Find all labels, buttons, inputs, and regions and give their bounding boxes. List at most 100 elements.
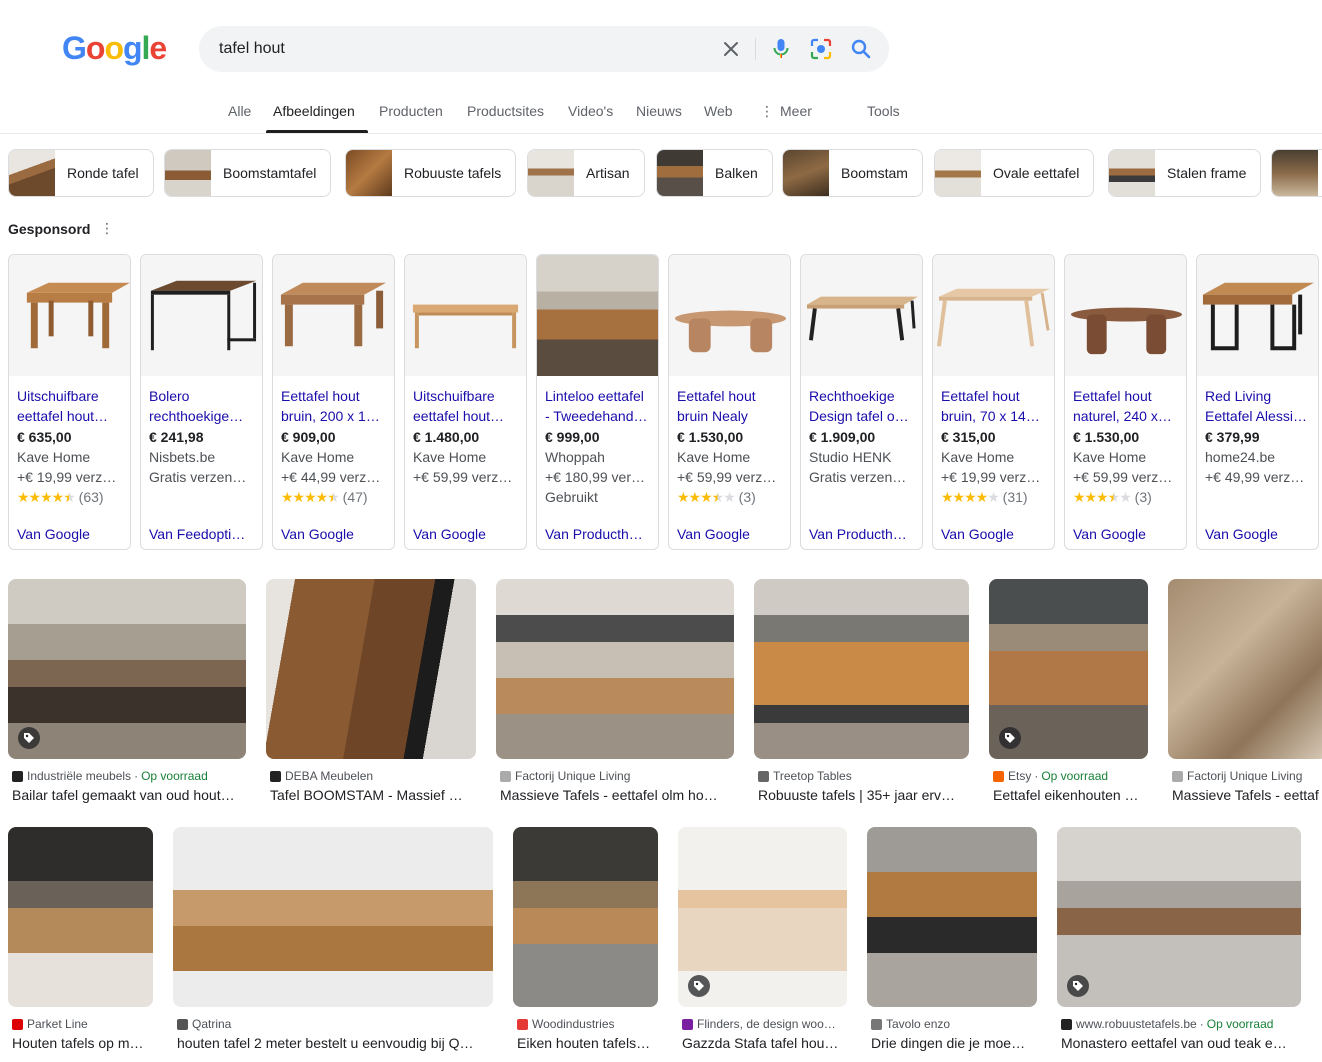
image-result[interactable]: Factorij Unique Living Massieve Tafels -…: [1168, 579, 1322, 805]
result-thumbnail[interactable]: [496, 579, 734, 759]
product-image[interactable]: [537, 255, 658, 376]
result-thumbnail[interactable]: [1057, 827, 1301, 1007]
result-title[interactable]: Houten tafels op m…: [12, 1035, 151, 1051]
product-title[interactable]: Rechthoekige Design tafel o…: [809, 386, 914, 426]
tab-nieuws[interactable]: Nieuws: [636, 103, 682, 119]
product-image[interactable]: [9, 255, 130, 376]
result-thumbnail[interactable]: [867, 827, 1037, 1007]
result-title[interactable]: Monastero eettafel van oud teak e…: [1061, 1035, 1299, 1051]
tab-alle[interactable]: Alle: [228, 103, 251, 119]
product-image[interactable]: [1065, 255, 1186, 376]
tab-web[interactable]: Web: [704, 103, 733, 119]
product-card[interactable]: Red Living Eettafel Alessi… € 379,99 hom…: [1196, 254, 1319, 550]
product-card[interactable]: Uitschuifbare eettafel hout… € 635,00 Ka…: [8, 254, 131, 550]
product-source-link[interactable]: Van Google: [413, 526, 521, 542]
product-title[interactable]: Eettafel hout bruin, 70 x 14…: [941, 386, 1046, 426]
product-card[interactable]: Eettafel hout bruin, 70 x 14… € 315,00 K…: [932, 254, 1055, 550]
product-source-link[interactable]: Van Google: [941, 526, 1049, 542]
result-thumbnail[interactable]: [1168, 579, 1322, 759]
product-title[interactable]: Eettafel hout bruin, 200 x 1…: [281, 386, 386, 426]
chip-balken[interactable]: Balken: [656, 149, 773, 197]
result-thumbnail[interactable]: [8, 827, 153, 1007]
product-title[interactable]: Uitschuifbare eettafel hout…: [413, 386, 518, 426]
image-result[interactable]: Qatrina houten tafel 2 meter bestelt u e…: [173, 827, 493, 1053]
result-thumbnail[interactable]: [266, 579, 476, 759]
product-title[interactable]: Eettafel hout naturel, 240 x…: [1073, 386, 1178, 426]
result-title[interactable]: Eettafel eikenhouten …: [993, 787, 1146, 803]
product-source-link[interactable]: Van Producth…: [545, 526, 653, 542]
result-source[interactable]: Factorij Unique Living: [500, 769, 732, 783]
product-image[interactable]: [801, 255, 922, 376]
product-title[interactable]: Uitschuifbare eettafel hout…: [17, 386, 122, 426]
result-source[interactable]: Flinders, de design woo…: [682, 1017, 845, 1031]
chip-artisan[interactable]: Artisan: [527, 149, 645, 197]
product-source-link[interactable]: Van Google: [17, 526, 125, 542]
search-input[interactable]: [219, 26, 699, 72]
chip-robuuste-tafels[interactable]: Robuuste tafels: [345, 149, 517, 197]
product-source-link[interactable]: Van Google: [677, 526, 785, 542]
result-title[interactable]: Tafel BOOMSTAM - Massief …: [270, 787, 474, 803]
product-image[interactable]: [669, 255, 790, 376]
product-card[interactable]: Eettafel hout bruin, 200 x 1… € 909,00 K…: [272, 254, 395, 550]
tab-afbeeldingen[interactable]: Afbeeldingen: [273, 103, 355, 119]
result-thumbnail[interactable]: [513, 827, 658, 1007]
sponsored-menu-icon[interactable]: ⋮: [100, 220, 114, 238]
image-result[interactable]: Parket Line Houten tafels op m…: [8, 827, 153, 1053]
chip-ronde-tafel[interactable]: Ronde tafel: [8, 149, 154, 197]
product-title[interactable]: Red Living Eettafel Alessi…: [1205, 386, 1310, 426]
image-result[interactable]: Woodindustries Eiken houten tafels…: [513, 827, 658, 1053]
tab-videos[interactable]: Video's: [568, 103, 613, 119]
result-source[interactable]: DEBA Meubelen: [270, 769, 474, 783]
product-card[interactable]: Eettafel hout bruin Nealy € 1.530,00 Kav…: [668, 254, 791, 550]
product-source-link[interactable]: Van Google: [1205, 526, 1313, 542]
product-image[interactable]: [933, 255, 1054, 376]
result-title[interactable]: Massieve Tafels - eettaf: [1172, 787, 1322, 803]
result-thumbnail[interactable]: [754, 579, 969, 759]
result-title[interactable]: Massieve Tafels - eettafel olm ho…: [500, 787, 732, 803]
result-source[interactable]: Qatrina: [177, 1017, 491, 1031]
result-title[interactable]: Robuuste tafels | 35+ jaar erv…: [758, 787, 967, 803]
lens-icon[interactable]: [809, 37, 833, 61]
product-card[interactable]: Uitschuifbare eettafel hout… € 1.480,00 …: [404, 254, 527, 550]
tab-tools[interactable]: Tools: [867, 103, 900, 119]
result-source[interactable]: Treetop Tables: [758, 769, 967, 783]
result-source[interactable]: Etsy · Op voorraad: [993, 769, 1146, 783]
result-title[interactable]: Eiken houten tafels…: [517, 1035, 656, 1051]
image-result[interactable]: Etsy · Op voorraad Eettafel eikenhouten …: [989, 579, 1148, 805]
result-source[interactable]: Industriële meubels · Op voorraad: [12, 769, 244, 783]
result-title[interactable]: Gazzda Stafa tafel hou…: [682, 1035, 845, 1051]
result-thumbnail[interactable]: [173, 827, 493, 1007]
image-result[interactable]: Flinders, de design woo… Gazzda Stafa ta…: [678, 827, 847, 1053]
product-title[interactable]: Eettafel hout bruin Nealy: [677, 386, 782, 426]
result-source[interactable]: Woodindustries: [517, 1017, 656, 1031]
result-title[interactable]: houten tafel 2 meter bestelt u eenvoudig…: [177, 1035, 491, 1051]
image-result[interactable]: Industriële meubels · Op voorraad Bailar t…: [8, 579, 246, 805]
product-image[interactable]: [141, 255, 262, 376]
result-source[interactable]: Factorij Unique Living: [1172, 769, 1322, 783]
product-source-link[interactable]: Van Google: [281, 526, 389, 542]
chip-stalen-frame[interactable]: Stalen frame: [1108, 149, 1262, 197]
product-card[interactable]: Eettafel hout naturel, 240 x… € 1.530,00…: [1064, 254, 1187, 550]
product-title[interactable]: Linteloo eettafel - Tweedehand…: [545, 386, 650, 426]
image-result[interactable]: DEBA Meubelen Tafel BOOMSTAM - Massief …: [266, 579, 476, 805]
product-title[interactable]: Bolero rechthoekige…: [149, 386, 254, 426]
result-source[interactable]: www.robuustetafels.be · Op voorraad: [1061, 1017, 1299, 1031]
result-title[interactable]: Bailar tafel gemaakt van oud hout…: [12, 787, 244, 803]
chip-ovale-eettafel[interactable]: Ovale eettafel: [934, 149, 1095, 197]
chip-boomstamtafel[interactable]: Boomstamtafel: [164, 149, 332, 197]
google-logo[interactable]: Google: [62, 30, 167, 67]
image-result[interactable]: www.robuustetafels.be · Op voorraad Monast…: [1057, 827, 1301, 1053]
product-card[interactable]: Linteloo eettafel - Tweedehand… € 999,00…: [536, 254, 659, 550]
search-icon[interactable]: [849, 37, 873, 61]
tab-producten[interactable]: Producten: [379, 103, 443, 119]
image-result[interactable]: Factorij Unique Living Massieve Tafels -…: [496, 579, 734, 805]
result-source[interactable]: Parket Line: [12, 1017, 151, 1031]
product-image[interactable]: [273, 255, 394, 376]
product-source-link[interactable]: Van Google: [1073, 526, 1181, 542]
image-result[interactable]: Treetop Tables Robuuste tafels | 35+ jaa…: [754, 579, 969, 805]
clear-icon[interactable]: [719, 37, 743, 61]
chip-more[interactable]: [1271, 149, 1322, 197]
product-source-link[interactable]: Van Producth…: [809, 526, 917, 542]
tab-meer[interactable]: ⋮ Meer: [760, 103, 812, 120]
product-image[interactable]: [1197, 255, 1318, 376]
